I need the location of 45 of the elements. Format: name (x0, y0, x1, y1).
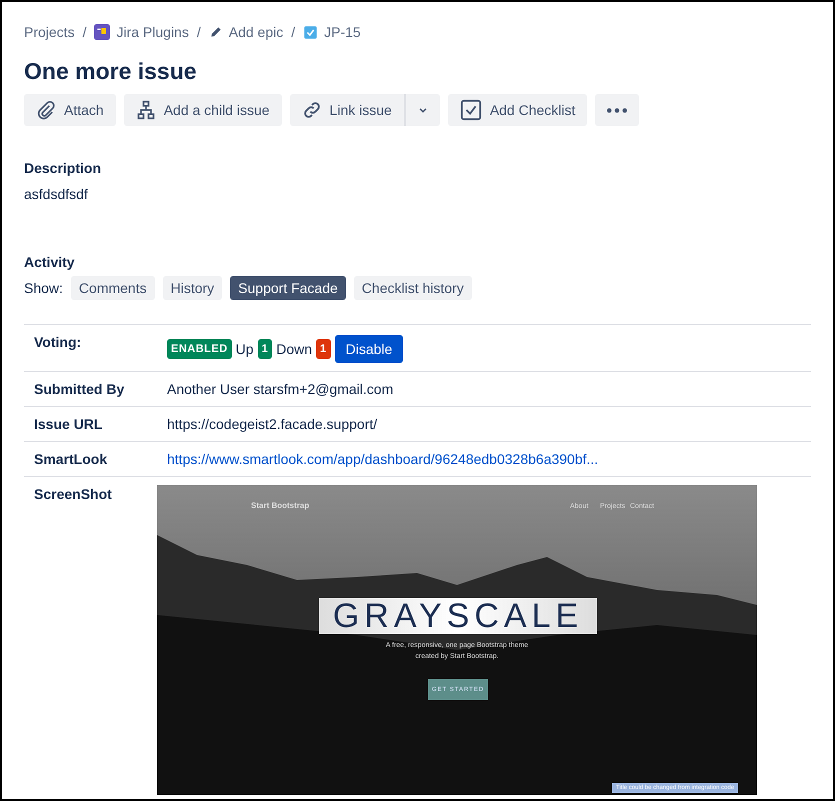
field-link[interactable]: https://www.smartlook.com/app/dashboard/96248edb0328b6a390bf... (167, 451, 598, 467)
action-button[interactable]: Attach (24, 94, 116, 126)
field-value: Another User starsfm+2@gmail.com (167, 381, 394, 397)
checkbox-icon (460, 99, 482, 121)
issue-title: One more issue (24, 57, 198, 85)
hierarchy-icon (136, 100, 156, 120)
breadcrumb-link[interactable]: JP-15 (324, 24, 361, 40)
disable-button[interactable]: Disable (334, 335, 404, 363)
site-brand: Start Bootstrap (251, 500, 310, 512)
pencil-icon (208, 25, 223, 39)
breadcrumb-link[interactable]: Add epic (228, 24, 284, 40)
show-label: Show: (24, 280, 63, 296)
paperclip-icon (36, 100, 56, 120)
breadcrumb-separator: / (82, 24, 86, 40)
up-label: Up (236, 340, 254, 358)
activity-heading: Activity (24, 253, 76, 272)
field-label: Submitted By (34, 381, 124, 397)
breadcrumb-separator: / (196, 24, 201, 40)
activity-tab[interactable]: History (162, 276, 222, 300)
link-icon (302, 100, 322, 120)
breadcrumb-separator: / (291, 24, 296, 40)
activity-tab[interactable]: Checklist history (354, 276, 472, 300)
field-label: Voting: (34, 334, 82, 350)
breadcrumb-link[interactable]: Projects (24, 24, 75, 40)
breadcrumb-link[interactable]: Jira Plugins (116, 24, 189, 40)
site-headline: GRAYSCALE (319, 598, 597, 634)
more-icon (607, 108, 628, 112)
down-count: 1 (316, 339, 331, 359)
more-button[interactable] (595, 94, 640, 126)
project-icon (94, 24, 110, 40)
checkbox-icon (303, 24, 318, 40)
activity-tab[interactable]: Support Facade (230, 276, 346, 300)
field-label: SmartLook (34, 451, 108, 467)
description-text: asfdsdfsdf (24, 186, 89, 202)
description-heading: Description (24, 159, 102, 178)
down-label: Down (276, 340, 312, 358)
up-count: 1 (258, 339, 272, 359)
field-label: ScreenShot (34, 486, 112, 502)
field-value: https://codegeist2.facade.support/ (167, 416, 378, 432)
status-lozenge: ENABLED (167, 339, 232, 359)
link-issue-button[interactable]: Link issue (290, 94, 404, 126)
activity-tab[interactable]: Comments (70, 276, 155, 300)
action-button[interactable]: Add a child issue (124, 94, 282, 126)
field-label: Issue URL (34, 416, 102, 432)
action-button[interactable]: Add Checklist (448, 94, 588, 126)
